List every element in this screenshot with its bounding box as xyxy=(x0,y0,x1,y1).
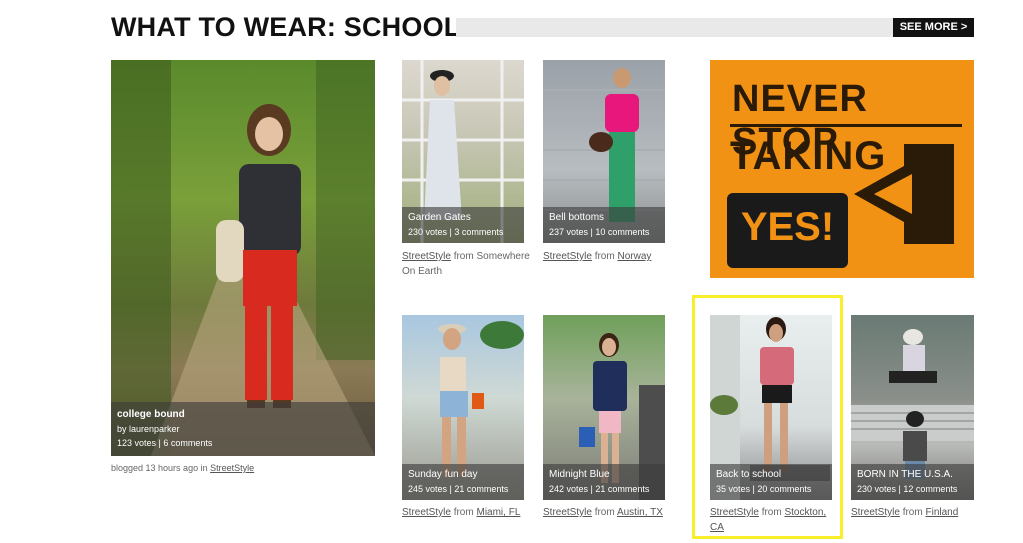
tile-location-link[interactable]: Austin, TX xyxy=(617,507,663,518)
tile-title[interactable]: Garden Gates xyxy=(408,211,518,225)
featured-caption: college bound by laurenparker 123 votes … xyxy=(111,402,375,456)
promo-divider xyxy=(730,124,962,127)
promo-yes-label: YES! xyxy=(740,205,835,249)
tile-from-text: from xyxy=(453,507,474,518)
tile-from-text: from xyxy=(594,251,615,262)
tile-photo[interactable]: Sunday fun day 245 votes | 21 comments xyxy=(402,315,524,500)
selection-highlight xyxy=(692,295,843,539)
tile-source-link[interactable]: StreetStyle xyxy=(402,251,451,262)
featured-title[interactable]: college bound xyxy=(117,408,369,422)
tile-source-link[interactable]: StreetStyle xyxy=(543,507,592,518)
tile-stats: 245 votes | 21 comments xyxy=(408,484,509,494)
tile-title[interactable]: Midnight Blue xyxy=(549,468,659,482)
tile-title[interactable]: Sunday fun day xyxy=(408,468,518,482)
tile-meta: StreetStyle from Somewhere On Earth xyxy=(402,249,532,279)
featured-author: by laurenparker xyxy=(117,424,180,434)
featured-blogged-line: blogged 13 hours ago in StreetStyle xyxy=(111,461,254,476)
tile-source-link[interactable]: StreetStyle xyxy=(851,507,900,518)
tile-meta: StreetStyle from Miami, FL xyxy=(402,505,532,520)
section-title: WHAT TO WEAR: SCHOOL xyxy=(111,12,461,42)
tile-location-link[interactable]: Norway xyxy=(617,251,651,262)
tile-from-text: from xyxy=(902,507,923,518)
promo-yes-button: YES! xyxy=(727,193,848,268)
featured-person-illustration xyxy=(111,60,375,456)
see-more-button[interactable]: SEE MORE > xyxy=(893,18,974,37)
tile-meta: StreetStyle from Finland xyxy=(851,505,979,520)
blogged-source-link[interactable]: StreetStyle xyxy=(210,463,254,473)
promo-banner[interactable]: NEVER STOP TAKING YES! xyxy=(710,60,974,278)
tile-stats: 242 votes | 21 comments xyxy=(549,484,650,494)
tile-caption: Garden Gates 230 votes | 3 comments xyxy=(402,207,524,243)
tile-stats: 230 votes | 12 comments xyxy=(857,484,958,494)
tile-caption: Sunday fun day 245 votes | 21 comments xyxy=(402,464,524,500)
tile-source-link[interactable]: StreetStyle xyxy=(543,251,592,262)
tile-meta: StreetStyle from Austin, TX xyxy=(543,505,673,520)
tile-photo[interactable]: Garden Gates 230 votes | 3 comments xyxy=(402,60,524,243)
tile-location-link[interactable]: Miami, FL xyxy=(476,507,520,518)
tile-title[interactable]: Bell bottoms xyxy=(549,211,659,225)
tile-caption: Midnight Blue 242 votes | 21 comments xyxy=(543,464,665,500)
blogged-text: blogged 13 hours ago in xyxy=(111,463,208,473)
tile-from-text: from xyxy=(594,507,615,518)
featured-stats: 123 votes | 6 comments xyxy=(117,438,213,448)
tile-from-text: from xyxy=(453,251,474,262)
tile-location-link[interactable]: Finland xyxy=(925,507,958,518)
tile-meta: StreetStyle from Norway xyxy=(543,249,673,264)
tile-title[interactable]: BORN IN THE U.S.A. xyxy=(857,468,968,482)
tile-stats: 230 votes | 3 comments xyxy=(408,227,504,237)
tile-photo[interactable]: Midnight Blue 242 votes | 21 comments xyxy=(543,315,665,500)
tile-stats: 237 votes | 10 comments xyxy=(549,227,650,237)
tile-photo[interactable]: BORN IN THE U.S.A. 230 votes | 12 commen… xyxy=(851,315,974,500)
tile-caption: Bell bottoms 237 votes | 10 comments xyxy=(543,207,665,243)
tile-caption: BORN IN THE U.S.A. 230 votes | 12 commen… xyxy=(851,464,974,500)
arrow-left-icon xyxy=(854,144,954,244)
featured-photo[interactable]: college bound by laurenparker 123 votes … xyxy=(111,60,375,456)
tile-source-link[interactable]: StreetStyle xyxy=(402,507,451,518)
header-divider-bar xyxy=(456,18,893,37)
tile-photo[interactable]: Bell bottoms 237 votes | 10 comments xyxy=(543,60,665,243)
